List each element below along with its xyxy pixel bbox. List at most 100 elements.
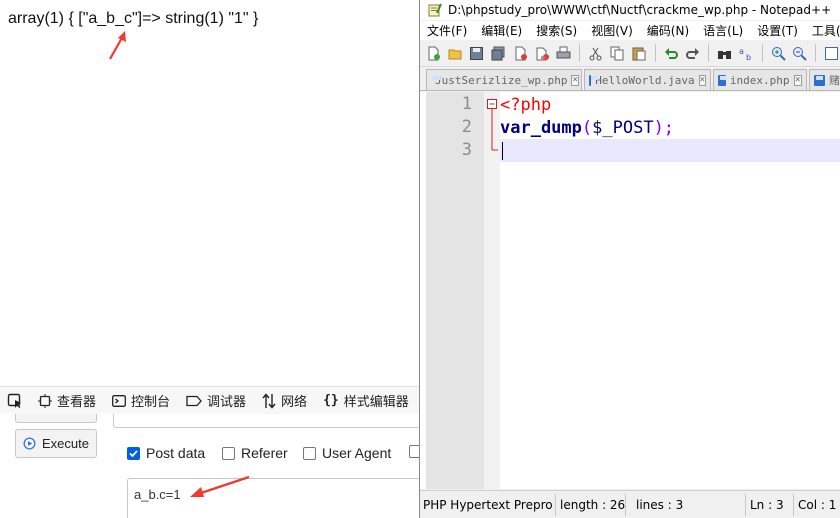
post-data-input[interactable]: a_b.c=1	[127, 478, 420, 518]
menu-bar: 文件(F) 编辑(E) 搜索(S) 视图(V) 编码(N) 语言(L) 设置(T…	[420, 21, 840, 40]
redo-icon	[686, 47, 700, 59]
doc-tab-label: 赌	[829, 74, 840, 87]
save-all-button[interactable]	[489, 44, 508, 63]
execute-label: Execute	[42, 436, 89, 451]
split-url-button[interactable]	[15, 414, 97, 423]
execute-button[interactable]: Execute	[15, 429, 97, 458]
tab-close-icon[interactable]: ×	[793, 74, 802, 86]
tab-network[interactable]: 网络	[254, 387, 315, 415]
referer-option[interactable]: Referer	[222, 445, 288, 461]
current-line-highlight	[500, 139, 840, 162]
close-file-icon	[515, 46, 527, 60]
save-button[interactable]	[468, 44, 487, 63]
tab-console[interactable]: 控制台	[104, 387, 178, 415]
doc-tab[interactable]: HelloWorld.java ×	[584, 69, 711, 90]
line-number: 2	[461, 117, 472, 137]
sync-view-button[interactable]	[822, 44, 840, 63]
save-icon	[470, 46, 484, 60]
saved-file-icon	[814, 74, 825, 86]
menu-file[interactable]: 文件(F)	[420, 22, 474, 39]
menu-encoding[interactable]: 编码(N)	[640, 22, 696, 39]
notepadpp-app-icon	[428, 3, 442, 17]
open-file-button[interactable]	[446, 44, 465, 63]
menu-edit[interactable]: 编辑(E)	[474, 22, 529, 39]
checkmark-icon	[129, 449, 138, 457]
toolbar-separator	[579, 44, 581, 62]
saved-file-icon	[589, 74, 600, 86]
menu-language[interactable]: 语言(L)	[696, 22, 750, 39]
status-lines: lines : 3	[626, 493, 746, 516]
window-title: D:\phpstudy_pro\WWW\ctf\Nuctf\crackme_wp…	[448, 3, 832, 17]
sync-view-icon	[825, 46, 839, 60]
undo-button[interactable]	[662, 44, 681, 63]
tab-style-editor[interactable]: {} 样式编辑器	[315, 387, 417, 415]
fold-collapse-icon[interactable]	[484, 92, 500, 162]
post-data-checkbox[interactable]	[127, 446, 140, 460]
tab-close-icon[interactable]: ×	[698, 74, 706, 86]
annotation-arrow-bottom	[190, 475, 250, 497]
code-line-1: <?php	[500, 95, 552, 115]
replace-icon: ab	[739, 47, 751, 61]
tab-label: 网络	[281, 395, 308, 410]
copy-icon	[610, 46, 624, 60]
notepadpp-window: D:\phpstudy_pro\WWW\ctf\Nuctf\crackme_wp…	[419, 0, 840, 518]
function-name: var_dump	[500, 118, 582, 138]
menu-tools[interactable]: 工具(O)	[805, 22, 840, 39]
zoom-in-button[interactable]	[769, 44, 788, 63]
user-agent-checkbox[interactable]	[303, 446, 316, 460]
code-line-2: var_dump($_POST);	[500, 118, 674, 138]
doc-tab[interactable]: index.php ×	[713, 69, 807, 90]
replace-button[interactable]: ab	[737, 44, 756, 63]
status-line-number: Ln : 3	[746, 493, 794, 516]
close-button[interactable]	[511, 44, 530, 63]
document-tabs: JustSerizlize_wp.php × HelloWorld.java ×…	[420, 68, 840, 91]
var-dump-output: array(1) { ["a_b_c"]=> string(1) "1" }	[8, 10, 259, 27]
user-agent-option[interactable]: User Agent	[303, 445, 391, 461]
zoom-out-button[interactable]	[790, 44, 809, 63]
save-all-icon	[491, 46, 505, 60]
console-icon	[112, 394, 126, 407]
tab-inspector[interactable]: 查看器	[30, 387, 104, 415]
devtools-toolbar: 查看器 控制台 调试器 网络 {} 样式编辑器	[0, 386, 420, 414]
close-paren: );	[653, 118, 675, 138]
doc-tab-label: index.php	[729, 73, 790, 87]
tab-label: 控制台	[131, 395, 171, 410]
referer-checkbox[interactable]	[222, 446, 235, 460]
print-button[interactable]	[555, 44, 574, 63]
style-editor-icon: {}	[323, 393, 339, 408]
zoom-out-icon	[793, 46, 808, 61]
status-bar: PHP Hypertext Prepro length : 26 lines :…	[420, 490, 840, 518]
code-editor[interactable]: 1 2 3 <?php var_dump($_POST);	[420, 92, 840, 489]
doc-tab[interactable]: 赌	[809, 69, 840, 90]
doc-tab[interactable]: JustSerizlize_wp.php ×	[426, 69, 582, 90]
menu-settings[interactable]: 设置(T)	[750, 22, 805, 39]
annotation-arrow-top	[109, 31, 126, 60]
toolbar-separator	[815, 44, 817, 62]
variable: $_POST	[592, 118, 654, 138]
post-data-option[interactable]: Post data	[127, 445, 205, 461]
tab-close-icon[interactable]: ×	[571, 74, 579, 86]
new-file-button[interactable]	[424, 44, 443, 63]
element-picker-icon[interactable]	[0, 387, 30, 415]
close-all-button[interactable]	[533, 44, 552, 63]
url-input[interactable]	[113, 414, 420, 428]
svg-text:b: b	[746, 53, 751, 61]
cut-icon	[589, 47, 602, 60]
cut-button[interactable]	[586, 44, 605, 63]
line-number: 3	[461, 140, 472, 160]
inspector-icon	[38, 393, 52, 408]
binoculars-icon	[718, 50, 732, 59]
doc-tab-label: JustSerizlize_wp.php	[435, 73, 568, 87]
menu-view[interactable]: 视图(V)	[584, 22, 640, 39]
find-button[interactable]	[715, 44, 734, 63]
tab-label: 调试器	[207, 395, 247, 410]
paste-button[interactable]	[630, 44, 649, 63]
redo-button[interactable]	[683, 44, 702, 63]
menu-search[interactable]: 搜索(S)	[529, 22, 584, 39]
tab-debugger[interactable]: 调试器	[178, 387, 254, 415]
copy-button[interactable]	[608, 44, 627, 63]
close-all-icon	[536, 47, 549, 60]
toolbar-separator	[654, 44, 656, 62]
post-data-label: Post data	[146, 445, 206, 461]
toolbar-separator	[708, 44, 710, 62]
